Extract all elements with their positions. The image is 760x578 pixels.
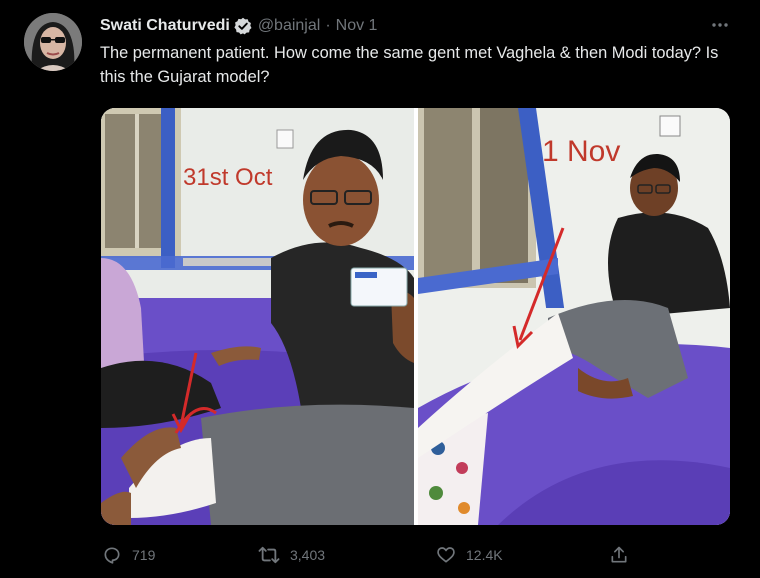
tweet[interactable]: Swati Chaturvedi @bainjal · Nov 1 The pe…: [0, 0, 760, 578]
reply-count: 719: [132, 547, 156, 563]
separator-dot: ·: [325, 17, 331, 34]
reply-icon: [104, 547, 120, 564]
like-button[interactable]: 12.4K: [436, 540, 503, 570]
avatar[interactable]: [24, 13, 82, 71]
author-name[interactable]: Swati Chaturvedi: [100, 17, 230, 35]
photo-31st-oct[interactable]: 31st Oct: [101, 108, 414, 525]
reply-button[interactable]: 719: [102, 540, 155, 570]
photo-1-nov[interactable]: 1 Nov: [418, 108, 730, 525]
heart-icon: [437, 547, 455, 563]
more-dots-icon[interactable]: [709, 16, 731, 34]
retweet-icon: [258, 546, 280, 564]
tweet-date[interactable]: Nov 1: [336, 17, 378, 35]
share-button[interactable]: [609, 540, 639, 570]
label-1-nov: 1 Nov: [542, 135, 620, 168]
label-31st-oct: 31st Oct: [183, 164, 273, 191]
author-handle[interactable]: @bainjal: [258, 17, 321, 35]
tweet-media[interactable]: 31st Oct 1 Nov: [101, 108, 730, 525]
tweet-text: The permanent patient. How come the same…: [100, 44, 719, 86]
verified-badge-icon: [234, 17, 252, 35]
tweet-actions: 719 3,403 12.4K: [0, 540, 760, 570]
share-icon: [611, 546, 627, 563]
retweet-count: 3,403: [290, 547, 326, 563]
tweet-header: Swati Chaturvedi @bainjal · Nov 1: [100, 15, 377, 37]
retweet-button[interactable]: 3,403: [258, 540, 325, 570]
like-count: 12.4K: [466, 547, 503, 563]
